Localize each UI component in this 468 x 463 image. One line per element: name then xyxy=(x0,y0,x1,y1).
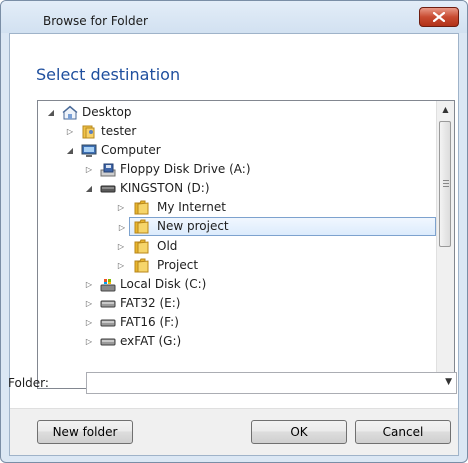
tree-item-fat32[interactable]: ▷ FAT32 (E:) xyxy=(38,294,436,313)
folder-field[interactable]: ▼ xyxy=(86,372,457,394)
tree-item-my-internet[interactable]: ▷ My Internet xyxy=(38,198,436,217)
collapsed-arrow-icon[interactable]: ▷ xyxy=(84,332,94,351)
tree-item-floppy[interactable]: ▷ Floppy Disk Drive (A:) xyxy=(38,160,436,179)
collapsed-arrow-icon[interactable]: ▷ xyxy=(65,122,75,141)
title-bar[interactable]: Browse for Folder xyxy=(1,1,467,33)
removable-drive-icon xyxy=(100,185,116,193)
collapsed-arrow-icon[interactable]: ▷ xyxy=(116,237,126,256)
tree-item-label: My Internet xyxy=(157,200,226,214)
tree-item-kingston[interactable]: ◢ KINGSTON (D:) xyxy=(38,179,436,198)
ok-button[interactable]: OK xyxy=(251,420,347,444)
cancel-button[interactable]: Cancel xyxy=(355,420,451,444)
browse-for-folder-dialog: Browse for Folder Select destination ◢ D… xyxy=(0,0,468,463)
tree-item-new-project[interactable]: ▷ New project xyxy=(119,217,436,236)
tree-item-label: Floppy Disk Drive (A:) xyxy=(120,162,251,176)
folder-icon xyxy=(134,200,149,215)
tree-item-label: New project xyxy=(157,219,229,233)
page-title: Select destination xyxy=(36,65,181,84)
tree-item-label: FAT32 (E:) xyxy=(120,296,181,310)
desktop-icon xyxy=(62,105,78,120)
window-title: Browse for Folder xyxy=(43,14,148,28)
expanded-arrow-icon[interactable]: ◢ xyxy=(84,179,94,198)
tree-item-label: Project xyxy=(157,258,199,272)
folder-tree[interactable]: ◢ Desktop ▷ tester ◢ Computer ▷ Floppy D… xyxy=(37,100,455,389)
tree-item-label: Old xyxy=(157,239,178,253)
collapsed-arrow-icon[interactable]: ▷ xyxy=(84,275,94,294)
scroll-up-icon[interactable]: ▲ xyxy=(437,101,454,118)
tree-item-label: FAT16 (F:) xyxy=(120,315,179,329)
tree-scrollbar[interactable]: ▲ ▼ xyxy=(436,101,454,388)
folder-label: Folder: xyxy=(8,376,49,390)
drive-icon xyxy=(100,338,116,346)
tree-item-computer[interactable]: ◢ Computer xyxy=(38,141,436,160)
drive-icon xyxy=(100,300,116,308)
tree-item-local-disk[interactable]: ▷ Local Disk (C:) xyxy=(38,275,436,294)
collapsed-arrow-icon[interactable]: ▷ xyxy=(84,313,94,332)
tree-item-old[interactable]: ▷ Old xyxy=(38,237,436,256)
tree-item-desktop[interactable]: ◢ Desktop xyxy=(38,103,436,122)
expanded-arrow-icon[interactable]: ◢ xyxy=(65,141,75,160)
scrollbar-thumb[interactable] xyxy=(439,121,451,247)
collapsed-arrow-icon[interactable]: ▷ xyxy=(116,256,126,275)
chevron-down-icon[interactable]: ▼ xyxy=(445,377,452,387)
folder-input[interactable] xyxy=(89,375,433,393)
folder-icon xyxy=(134,258,149,273)
collapsed-arrow-icon[interactable]: ▷ xyxy=(117,218,127,237)
collapsed-arrow-icon[interactable]: ▷ xyxy=(116,198,126,217)
button-bar: New folder OK Cancel xyxy=(10,408,458,455)
floppy-drive-icon xyxy=(100,163,116,177)
grip-icon xyxy=(443,180,449,187)
tree-item-label: Computer xyxy=(101,143,161,157)
collapsed-arrow-icon[interactable]: ▷ xyxy=(84,160,94,179)
tree-item-label: exFAT (G:) xyxy=(120,334,182,348)
tree-item-exfat[interactable]: ▷ exFAT (G:) xyxy=(38,332,436,351)
tree-item-label: tester xyxy=(101,124,137,138)
tree-item-label: Desktop xyxy=(82,105,132,119)
tree-item-label: KINGSTON (D:) xyxy=(120,181,210,195)
folder-icon xyxy=(134,219,149,234)
close-icon xyxy=(433,12,445,22)
tree-item-label: Local Disk (C:) xyxy=(120,277,207,291)
collapsed-arrow-icon[interactable]: ▷ xyxy=(84,294,94,313)
tree-item-project[interactable]: ▷ Project xyxy=(38,256,436,275)
tree-item-tester[interactable]: ▷ tester xyxy=(38,122,436,141)
computer-icon xyxy=(81,144,97,157)
local-disk-icon xyxy=(100,279,116,292)
close-button[interactable] xyxy=(419,7,459,27)
new-folder-button[interactable]: New folder xyxy=(37,420,133,444)
expanded-arrow-icon[interactable]: ◢ xyxy=(46,103,56,122)
folder-icon xyxy=(134,239,149,254)
user-folder-icon xyxy=(82,125,95,139)
tree-item-fat16[interactable]: ▷ FAT16 (F:) xyxy=(38,313,436,332)
drive-icon xyxy=(100,319,116,327)
dialog-body: Select destination ◢ Desktop ▷ tester ◢ … xyxy=(8,33,459,456)
